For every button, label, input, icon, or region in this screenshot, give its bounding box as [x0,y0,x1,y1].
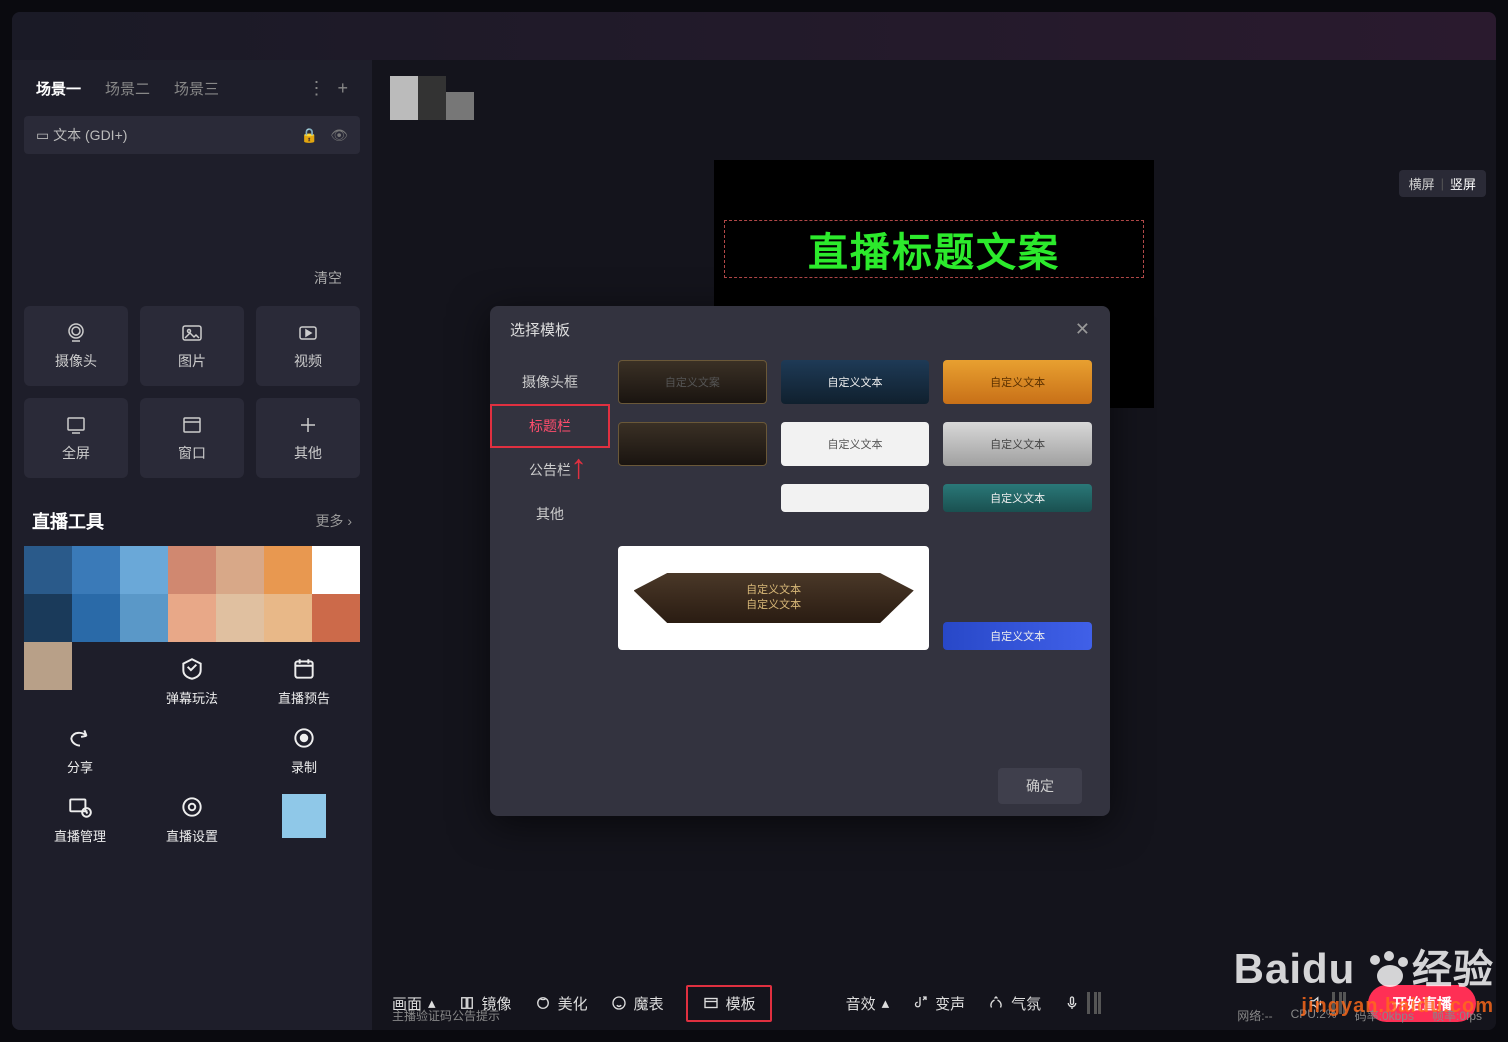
color-square[interactable] [248,794,360,845]
modal-header: 选择模板 ✕ [490,306,1110,352]
text-source-icon: ▭ [36,127,49,144]
color-palette [24,546,360,642]
clear-button[interactable]: 清空 [314,270,342,286]
tool-danmu[interactable]: 弹幕玩法 [136,656,248,707]
lock-icon[interactable]: 🔒 [301,127,318,144]
title-bar [12,12,1496,60]
palette-swatch[interactable] [72,594,120,642]
scene-add-icon[interactable]: + [337,78,348,99]
modal-title: 选择模板 [510,319,570,340]
add-window[interactable]: 窗口 [140,398,244,478]
modal-footer: 确定 [490,756,1110,816]
template-item-large[interactable]: 自定义文本自定义文本 [618,546,929,650]
ok-button[interactable]: 确定 [998,768,1082,804]
live-tools-title: 直播工具 [32,508,104,534]
tool-live-manage[interactable]: 直播管理 [24,794,136,845]
cat-notice-board[interactable]: 公告栏 [490,448,610,492]
cat-other[interactable]: 其他 [490,492,610,536]
scene-tabs: 场景一 场景二 场景三 ⋮ + [24,60,360,116]
palette-swatch[interactable] [24,594,72,642]
tool-share[interactable]: 分享 [24,725,136,776]
tool-live-settings[interactable]: 直播设置 [136,794,248,845]
add-other[interactable]: 其他 [256,398,360,478]
live-tools-header: 直播工具 更多 › [24,496,360,546]
mic-button[interactable] [1063,992,1101,1014]
bbtn-atmosphere[interactable]: 气氛 [987,993,1041,1014]
add-image[interactable]: 图片 [140,306,244,386]
palette-swatch[interactable] [120,546,168,594]
orient-horizontal[interactable]: 横屏 [1409,174,1435,193]
modal-categories: 摄像头框 标题栏 公告栏 其他 [490,352,610,756]
template-item[interactable]: 自定义文本 [943,360,1092,404]
cat-title-bar[interactable]: 标题栏 [490,404,610,448]
template-modal: 选择模板 ✕ 摄像头框 标题栏 公告栏 其他 自定义文案 自定义文本 自定义文本… [490,306,1110,816]
chevron-up-icon: ▴ [882,994,890,1012]
preview-header [372,60,1496,120]
palette-swatch[interactable] [264,594,312,642]
bbtn-sound[interactable]: 音效 ▴ [846,993,890,1014]
add-source-grid: 摄像头 图片 视频 全屏 窗口 其他 [24,306,360,478]
bbtn-beauty[interactable]: 美化 [534,993,588,1014]
left-sidebar: 场景一 场景二 场景三 ⋮ + ▭ 文本 (GDI+) 🔒 👁 清空 [12,60,372,1030]
template-item[interactable]: 自定义文本 [943,484,1092,512]
palette-swatch[interactable] [312,594,360,642]
palette-swatch[interactable] [216,546,264,594]
tool-grid: 弹幕玩法 直播预告 分享 录制 直播管理 直播设置 [24,656,360,845]
orient-vertical[interactable]: 竖屏 [1450,174,1476,193]
palette-swatch[interactable] [24,546,72,594]
orientation-toggle[interactable]: 横屏 | 竖屏 [1399,170,1486,197]
palette-swatch[interactable] [72,546,120,594]
bbtn-voice-change[interactable]: 变声 [911,993,965,1014]
bbtn-template[interactable]: 模板 [686,985,772,1022]
scene-options-icon[interactable]: ⋮ [307,78,325,99]
source-item-label: 文本 (GDI+) [53,125,127,145]
add-camera[interactable]: 摄像头 [24,306,128,386]
palette-swatch[interactable] [312,546,360,594]
preview-thumbs [390,76,474,120]
scene-tab-2[interactable]: 场景二 [105,78,150,99]
eye-icon[interactable]: 👁 [330,127,348,144]
bbtn-magic[interactable]: 魔表 [610,993,664,1014]
template-item[interactable]: 自定义文本 [943,422,1092,466]
template-item[interactable] [781,484,930,512]
cat-camera-frame[interactable]: 摄像头框 [490,360,610,404]
palette-swatch[interactable] [216,594,264,642]
source-item-text[interactable]: ▭ 文本 (GDI+) 🔒 👁 [24,116,360,154]
annotation-arrow-icon: ↑ [570,448,587,487]
template-item[interactable]: 自定义文案 [618,360,767,404]
tool-schedule[interactable]: 直播预告 [248,656,360,707]
template-grid: 自定义文案 自定义文本 自定义文本 自定义文本 自定义文本 自定义文本 自定义文… [610,352,1110,756]
template-item[interactable]: 自定义文本 [781,422,930,466]
add-fullscreen[interactable]: 全屏 [24,398,128,478]
scene-tab-1[interactable]: 场景一 [36,78,81,99]
palette-swatch[interactable] [168,546,216,594]
palette-swatch[interactable] [168,594,216,642]
bottom-hint: 主播验证码公告提示 [392,1007,500,1024]
template-item[interactable]: 自定义文本 [781,360,930,404]
palette-swatch[interactable] [120,594,168,642]
close-icon[interactable]: ✕ [1075,319,1090,340]
palette-swatch[interactable] [264,546,312,594]
template-item[interactable]: 自定义文本 [943,622,1092,650]
live-title-text[interactable]: 直播标题文案 [724,220,1144,278]
status-bar: 网络:-- CPU:2% 码率:0kbps 帧率:0fps [1237,1007,1482,1024]
scene-tab-3[interactable]: 场景三 [174,78,219,99]
template-item[interactable] [618,422,767,466]
tools-more-button[interactable]: 更多 › [315,511,352,531]
add-video[interactable]: 视频 [256,306,360,386]
tool-record[interactable]: 录制 [248,725,360,776]
